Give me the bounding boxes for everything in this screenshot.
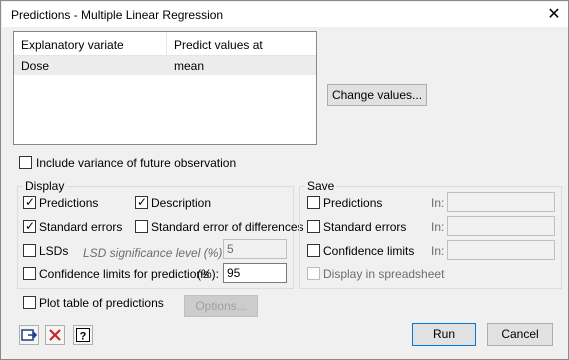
explanatory-variate-list[interactable]: Explanatory variate Predict values at Do…	[13, 31, 317, 145]
help-icon-graphic: ?	[76, 328, 90, 343]
save-confidence-limits-label: Confidence limits	[323, 244, 415, 258]
save-predictions-in-label: In:	[431, 196, 445, 210]
plot-table-checkbox[interactable]	[23, 296, 36, 309]
clear-icon-graphic	[49, 329, 61, 341]
display-in-spreadsheet-checkbox[interactable]	[307, 267, 320, 280]
conf-limits-label: Confidence limits for predictions	[39, 267, 210, 281]
include-variance-label: Include variance of future observation	[36, 156, 237, 170]
predictions-label: Predictions	[39, 196, 99, 210]
window-title: Predictions - Multiple Linear Regression	[11, 8, 224, 22]
include-variance-checkbox[interactable]	[19, 156, 32, 169]
save-group-label: Save	[305, 179, 337, 193]
change-values-button[interactable]: Change values...	[327, 84, 427, 106]
run-button[interactable]: Run	[412, 323, 476, 346]
save-predictions-label: Predictions	[323, 196, 383, 210]
conf-pct-field[interactable]: 95	[223, 263, 287, 283]
display-group-label: Display	[23, 179, 67, 193]
save-standard-errors-in-label: In:	[431, 220, 445, 234]
list-row[interactable]: Dose mean	[14, 56, 316, 75]
list-header: Explanatory variate Predict values at	[14, 32, 316, 56]
dialog-window: Predictions - Multiple Linear Regression…	[0, 0, 569, 360]
column-header-predict-at[interactable]: Predict values at	[174, 38, 263, 52]
check-icon: ✓	[25, 195, 36, 209]
lsds-checkbox[interactable]	[23, 244, 36, 257]
column-divider	[166, 32, 167, 56]
cancel-button[interactable]: Cancel	[487, 323, 553, 346]
pin-icon-graphic	[21, 329, 38, 341]
row-variate: Dose	[21, 59, 50, 73]
conf-pct-label: (%):	[197, 267, 219, 281]
save-predictions-checkbox[interactable]	[307, 196, 320, 209]
row-value: mean	[174, 59, 205, 73]
check-icon: ✓	[137, 195, 148, 209]
std-err-diff-checkbox[interactable]	[135, 220, 148, 233]
description-checkbox[interactable]: ✓	[135, 195, 148, 209]
lsds-label: LSDs	[39, 244, 69, 258]
save-predictions-in-field[interactable]	[447, 192, 555, 212]
save-standard-errors-in-field[interactable]	[447, 216, 555, 236]
conf-limits-checkbox[interactable]	[23, 267, 36, 280]
clear-icon[interactable]	[45, 325, 65, 345]
check-icon: ✓	[25, 219, 36, 233]
save-standard-errors-checkbox[interactable]	[307, 220, 320, 233]
help-icon[interactable]: ?	[73, 325, 93, 345]
save-standard-errors-label: Standard errors	[323, 220, 407, 234]
description-label: Description	[151, 196, 212, 210]
options-button[interactable]: Options...	[184, 295, 258, 317]
std-err-diff-label: Standard error of differences	[151, 220, 304, 234]
display-in-spreadsheet-label: Display in spreadsheet	[323, 267, 445, 281]
lsd-level-field[interactable]: 5	[223, 239, 287, 259]
lsd-level-label: LSD significance level (%):	[83, 246, 226, 260]
svg-text:?: ?	[80, 331, 87, 343]
save-confidence-limits-checkbox[interactable]	[307, 244, 320, 257]
standard-errors-label: Standard errors	[39, 220, 123, 234]
title-bar: Predictions - Multiple Linear Regression…	[2, 2, 568, 27]
close-icon[interactable]: ✕	[542, 4, 566, 26]
save-confidence-limits-in-label: In:	[431, 244, 445, 258]
save-confidence-limits-in-field[interactable]	[447, 240, 555, 260]
standard-errors-checkbox[interactable]: ✓	[23, 219, 36, 233]
plot-table-label: Plot table of predictions	[39, 296, 164, 310]
column-header-variate[interactable]: Explanatory variate	[21, 38, 124, 52]
pin-icon[interactable]	[19, 325, 39, 345]
predictions-checkbox[interactable]: ✓	[23, 195, 36, 209]
